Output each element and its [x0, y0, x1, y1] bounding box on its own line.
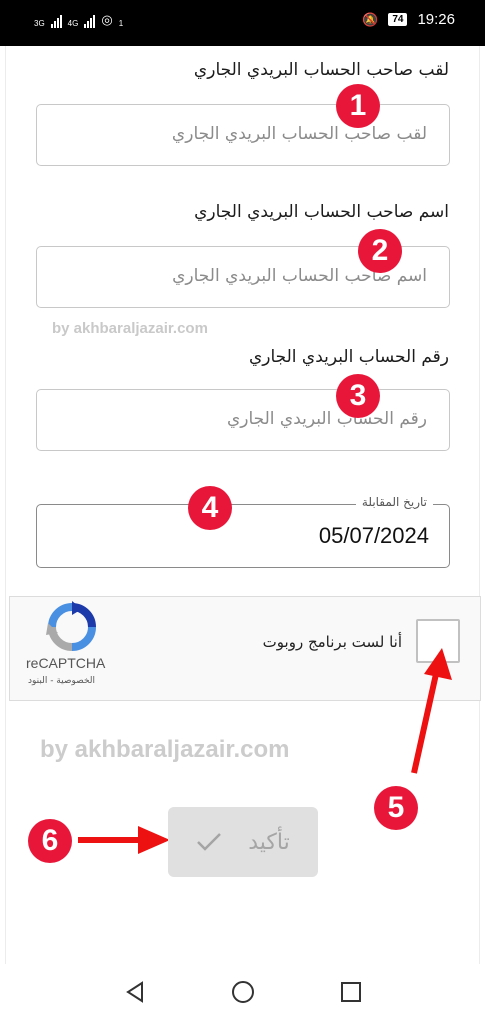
first-name-label: اسم صاحب الحساب البريدي الجاري [194, 202, 449, 222]
annotation-arrow-5 [411, 648, 452, 774]
annotation-arrow-6 [78, 826, 170, 854]
account-number-placeholder: رقم الحساب البريدي الجاري [226, 409, 427, 429]
battery-icon: 74 [388, 13, 408, 26]
last-name-placeholder: لقب صاحب الحساب البريدي الجاري [171, 124, 427, 144]
signal-bars-2-icon [84, 15, 96, 28]
account-number-label: رقم الحساب البريدي الجاري [248, 347, 449, 367]
status-left: 3G 4G ◎ 1 [34, 12, 123, 28]
home-icon[interactable] [231, 980, 255, 1004]
watermark-large: by akhbaraljazair.com [40, 736, 290, 763]
back-icon[interactable] [124, 980, 146, 1004]
watermark-small: by akhbaraljazair.com [52, 320, 208, 337]
last-name-input[interactable]: لقب صاحب الحساب البريدي الجاري [36, 104, 450, 166]
recents-icon[interactable] [340, 980, 362, 1004]
hotspot-count: 1 [118, 19, 124, 28]
annotation-badge-1: 1 [336, 84, 380, 128]
signal-2-label: 4G [67, 19, 79, 28]
checkmark-icon [197, 833, 222, 851]
annotation-badge-2: 2 [358, 229, 402, 273]
hotspot-icon: ◎ [101, 12, 113, 27]
signal-1-label: 3G [34, 19, 45, 28]
interview-date-value: 05/07/2024 [318, 523, 429, 548]
annotation-badge-6: 6 [28, 819, 72, 863]
annotation-badge-5: 5 [374, 786, 418, 830]
form-container: لقب صاحب الحساب البريدي الجاري لقب صاحب … [5, 46, 481, 964]
annotation-badge-3: 3 [336, 374, 380, 418]
recaptcha-brand: reCAPTCHA [26, 655, 106, 671]
recaptcha-checkbox-label: أنا لست برنامج روبوت [262, 633, 402, 651]
confirm-button[interactable]: تأكيد [168, 807, 318, 877]
mute-icon: 🔕 [362, 11, 379, 27]
recaptcha-logo-icon [46, 601, 96, 651]
annotation-badge-4: 4 [188, 486, 232, 530]
interview-date-input[interactable]: تاريخ المقابلة 05/07/2024 [36, 495, 450, 568]
signal-bars-icon [50, 15, 62, 28]
status-right: 🔕 74 19:26 [362, 11, 455, 28]
interview-date-legend: تاريخ المقابلة [355, 495, 433, 509]
account-number-input[interactable]: رقم الحساب البريدي الجاري [36, 389, 450, 451]
confirm-button-label: تأكيد [248, 829, 290, 855]
status-bar: 3G 4G ◎ 1 🔕 74 19:26 [0, 0, 485, 46]
clock: 19:26 [417, 11, 455, 28]
system-nav-bar [0, 964, 485, 1024]
recaptcha-links[interactable]: الخصوصية - البنود [28, 676, 95, 686]
last-name-label: لقب صاحب الحساب البريدي الجاري [193, 60, 449, 80]
